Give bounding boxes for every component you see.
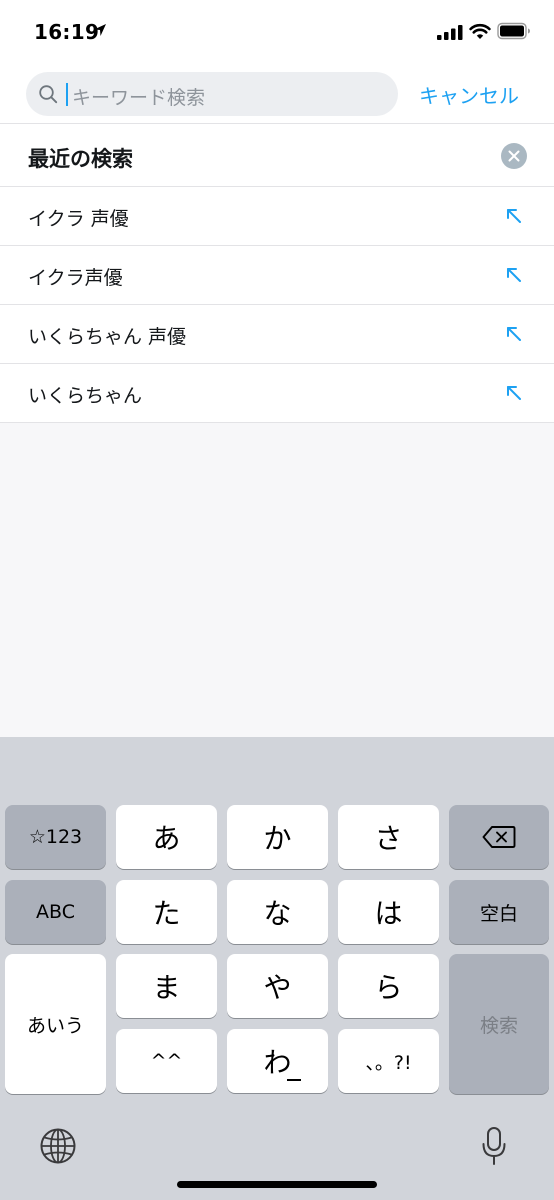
key-na[interactable]: な: [227, 880, 328, 944]
location-arrow-icon: [94, 24, 106, 36]
key-ka[interactable]: か: [227, 805, 328, 869]
recent-header: 最近の検索: [0, 124, 554, 187]
recent-item-label: いくらちゃん: [28, 385, 143, 407]
cellular-signal-icon: [437, 25, 463, 40]
search-icon: [39, 85, 58, 104]
list-item[interactable]: いくらちゃん: [0, 364, 554, 423]
kana-mode-key[interactable]: あいう: [5, 954, 106, 1094]
delete-key[interactable]: [449, 805, 549, 869]
key-ta[interactable]: た: [116, 880, 217, 944]
clear-recent-button[interactable]: [501, 143, 527, 169]
wifi-icon: [469, 23, 491, 39]
status-time: 16:19: [34, 20, 100, 44]
search-placeholder: キーワード検索: [72, 87, 206, 109]
clear-circle-icon: [508, 150, 520, 162]
arrow-up-left-icon[interactable]: [504, 265, 524, 285]
cancel-button[interactable]: キャンセル: [419, 80, 519, 109]
recent-item-label: いくらちゃん 声優: [28, 326, 187, 348]
arrow-up-left-icon[interactable]: [504, 383, 524, 403]
list-item[interactable]: いくらちゃん 声優: [0, 305, 554, 364]
numbers-key[interactable]: ☆123: [5, 805, 106, 869]
microphone-icon[interactable]: [481, 1126, 507, 1166]
key-ha[interactable]: は: [338, 880, 439, 944]
key-a[interactable]: あ: [116, 805, 217, 869]
recent-searches: 最近の検索 イクラ 声優 イクラ声優 いくらちゃん 声優 いくらちゃん: [0, 124, 554, 423]
abc-key[interactable]: ABC: [5, 880, 106, 944]
key-ma[interactable]: ま: [116, 954, 217, 1018]
recent-item-label: イクラ声優: [28, 267, 123, 289]
arrow-up-left-icon[interactable]: [504, 206, 524, 226]
arrow-up-left-icon[interactable]: [504, 324, 524, 344]
battery-icon: [497, 22, 530, 40]
globe-icon[interactable]: [39, 1127, 77, 1165]
recent-title: 最近の検索: [28, 147, 133, 171]
search-input[interactable]: キーワード検索: [26, 72, 398, 116]
wa-key-underline: [287, 1079, 301, 1081]
status-bar: 16:19: [0, 0, 554, 64]
list-item[interactable]: イクラ 声優: [0, 187, 554, 246]
key-ra[interactable]: ら: [338, 954, 439, 1018]
list-item[interactable]: イクラ声優: [0, 246, 554, 305]
key-sa[interactable]: さ: [338, 805, 439, 869]
search-key[interactable]: 検索: [449, 954, 549, 1094]
key-ya[interactable]: や: [227, 954, 328, 1018]
delete-backspace-icon: [482, 826, 516, 848]
home-indicator[interactable]: [177, 1181, 377, 1188]
space-key[interactable]: 空白: [449, 880, 549, 944]
key-punctuation[interactable]: 、。?!: [338, 1029, 439, 1093]
key-emoticon[interactable]: ^^: [116, 1029, 217, 1093]
search-header: キーワード検索 キャンセル: [0, 64, 554, 124]
keyboard: ☆123 あ か さ ABC た な は 空白 あいう ま や ら 検索 ^^ …: [0, 737, 554, 1200]
recent-item-label: イクラ 声優: [28, 208, 129, 230]
key-wa[interactable]: わ: [227, 1029, 328, 1093]
text-caret: [66, 83, 68, 106]
